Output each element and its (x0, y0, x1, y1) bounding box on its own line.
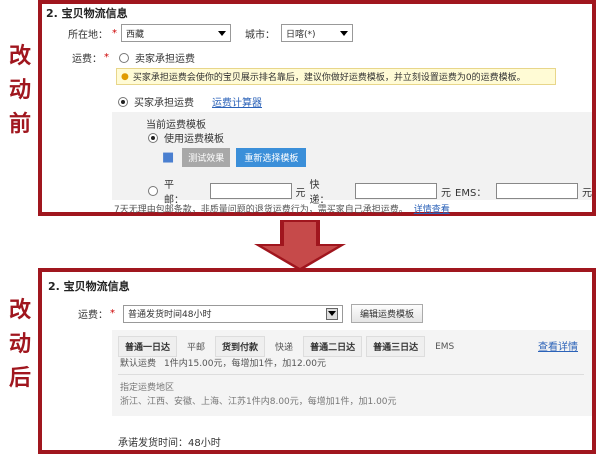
province-select[interactable]: 西藏 (121, 24, 231, 42)
bulb-icon: ● (121, 71, 129, 82)
after-side-label: 改动后 (8, 298, 31, 391)
test-effect-button[interactable]: 测试效果 (182, 148, 231, 167)
edit-template-button[interactable]: 编辑运费模板 (351, 304, 424, 323)
freight-detail-area: 普通一日达 平邮 货到付款 快递 普通二日达 普通三日达 EMS 查看详情 默认… (112, 330, 592, 416)
method-tabs: 普通一日达 平邮 货到付款 快递 普通二日达 普通三日达 EMS (118, 336, 464, 357)
before-title: 2. 宝贝物流信息 (46, 7, 128, 20)
chevron-down-icon (218, 30, 226, 36)
template-area: 当前运费模板 使用运费模板 ■ 测试效果 重新选择模板 平邮： 元 快递： 元 … (112, 112, 592, 206)
tab-express-1day[interactable]: 普通一日达 (118, 336, 178, 357)
after-panel: 2. 宝贝物流信息 运费： * 普通发货时间48小时 编辑运费模板 普通一日达 平… (38, 268, 596, 454)
tab-cod[interactable]: 货到付款 (215, 336, 266, 357)
notice-bar: ● 买家承担运费会使你的宝贝展示排名靠后，建议你做好运费模板，并立刻设置运费为0… (116, 68, 556, 85)
view-details-link[interactable]: 查看详情 (538, 338, 578, 353)
use-template-radio[interactable] (148, 132, 158, 143)
custom-freight-radio[interactable] (148, 186, 158, 196)
template-select[interactable]: 普通发货时间48小时 (123, 304, 343, 323)
arrow-down-icon (254, 220, 346, 271)
tab-express-3day[interactable]: 普通三日达 (366, 336, 426, 357)
reselect-template-button[interactable]: 重新选择模板 (236, 148, 307, 167)
region-title: 指定运费地区 (120, 383, 175, 393)
freight-calculator-link[interactable]: 运费计算器 (212, 94, 262, 109)
buyer-pays-radio[interactable] (118, 96, 128, 107)
ems-fee-input[interactable] (496, 183, 578, 199)
tab-ems[interactable]: EMS (429, 339, 460, 355)
tab-express-2day[interactable]: 普通二日达 (303, 336, 363, 357)
post-fee-input[interactable] (209, 183, 292, 199)
tab-post[interactable]: 平邮 (181, 337, 211, 356)
truck-icon: ■ (162, 150, 175, 165)
current-template-label: 当前运费模板 (146, 120, 206, 131)
before-side-label: 改动前 (8, 44, 31, 137)
chevron-down-icon (340, 30, 348, 36)
details-link[interactable]: 详情查看 (414, 202, 450, 215)
tab-express[interactable]: 快递 (269, 337, 299, 356)
express-fee-input[interactable] (355, 183, 438, 199)
region-rule: 浙江、江西、安徽、上海、江苏1件内8.00元，每增加1件，加1.00元 (120, 397, 397, 407)
location-row: 所在地： * 西藏 城市： 日喀(*) (68, 24, 353, 42)
seller-pays-radio[interactable] (119, 52, 129, 63)
after-title: 2. 宝贝物流信息 (48, 280, 130, 293)
divider (118, 374, 584, 375)
chevron-down-icon (328, 311, 336, 316)
ship-time: 承诺发货时间：48小时 (118, 438, 221, 449)
before-panel: 2. 宝贝物流信息 所在地： * 西藏 城市： 日喀(*) 运费： * 卖家承担运费… (38, 0, 596, 216)
city-select[interactable]: 日喀(*) (281, 24, 353, 42)
